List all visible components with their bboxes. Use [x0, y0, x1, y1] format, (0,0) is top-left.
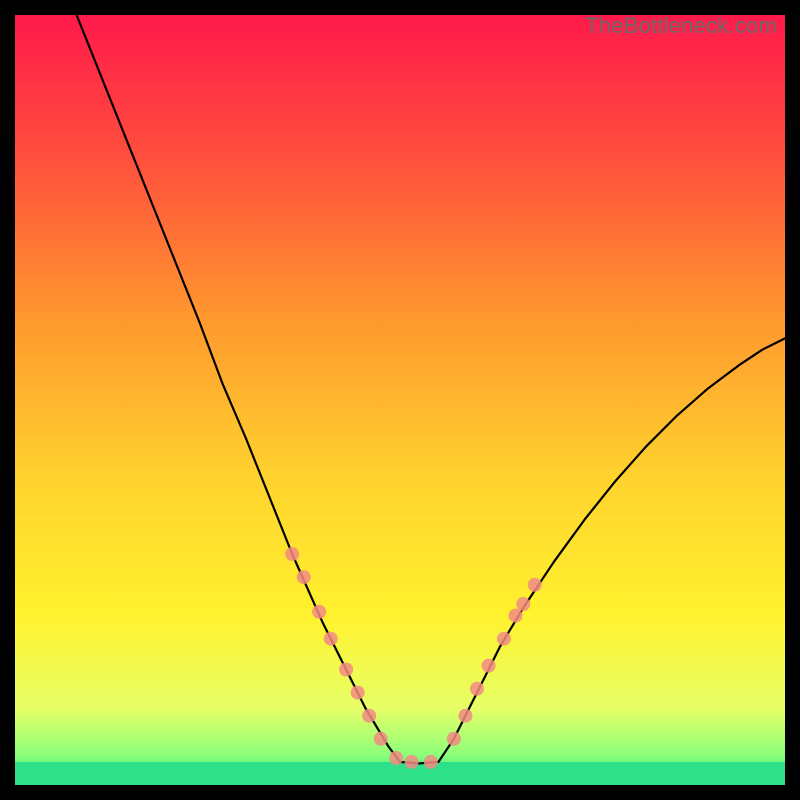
marker-dot [458, 709, 472, 723]
marker-dot [528, 578, 542, 592]
chart-frame: TheBottleneck.com [15, 15, 785, 785]
marker-dot [374, 732, 388, 746]
chart-svg [15, 15, 785, 785]
marker-dot [497, 632, 511, 646]
marker-dot [362, 709, 376, 723]
marker-dot [285, 547, 299, 561]
marker-dot [509, 609, 523, 623]
marker-dot [339, 663, 353, 677]
valley-floor-fill [15, 762, 785, 785]
marker-dot [312, 605, 326, 619]
marker-dot [351, 686, 365, 700]
marker-dot [424, 755, 438, 769]
gradient-background [15, 15, 785, 785]
marker-dot [389, 751, 403, 765]
marker-dot [447, 732, 461, 746]
watermark-label: TheBottleneck.com [585, 13, 777, 39]
marker-dot [516, 597, 530, 611]
marker-dot [405, 755, 419, 769]
marker-dot [470, 682, 484, 696]
marker-dot [297, 570, 311, 584]
marker-dot [324, 632, 338, 646]
marker-dot [482, 659, 496, 673]
